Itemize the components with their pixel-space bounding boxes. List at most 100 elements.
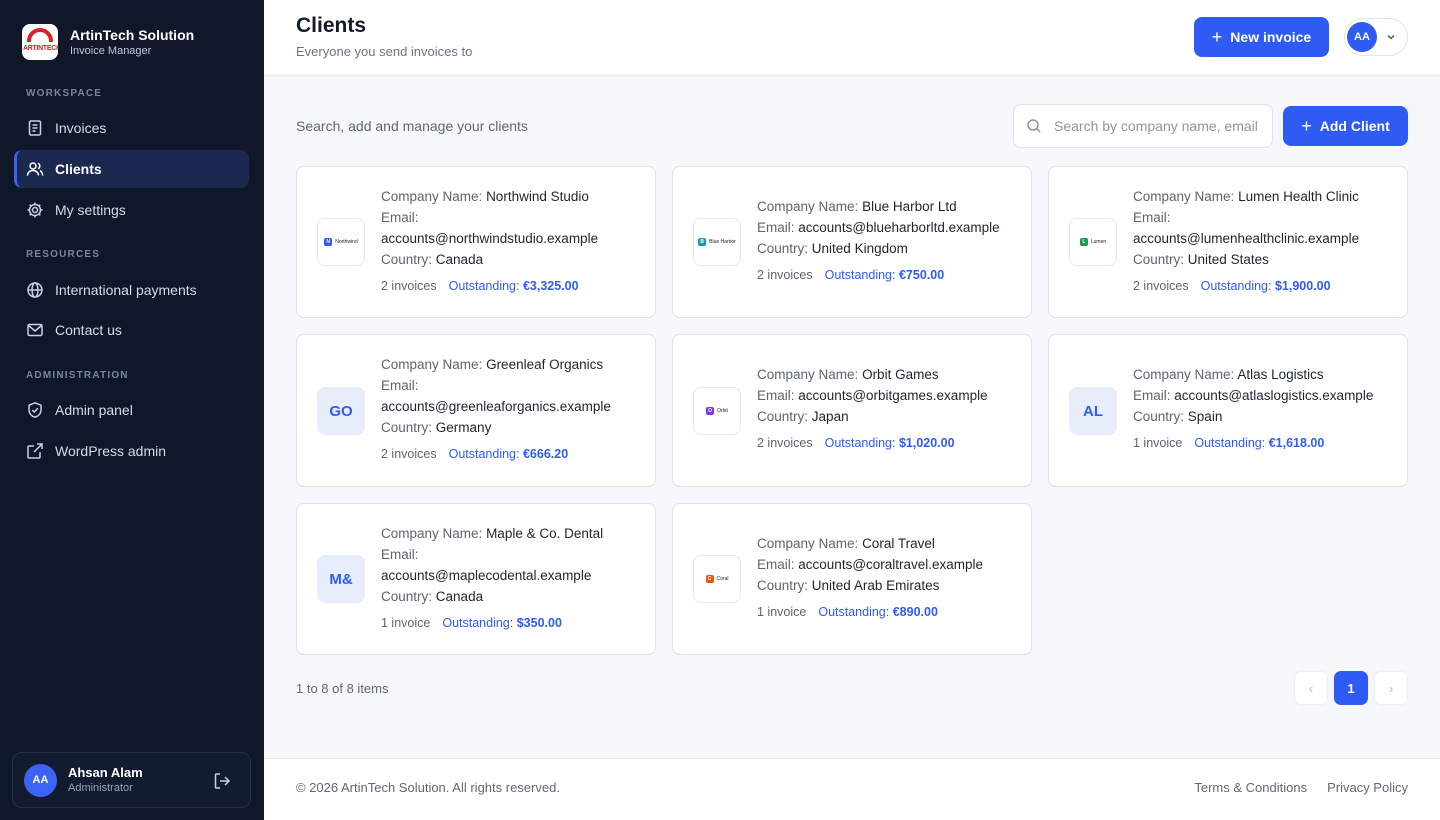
outstanding-amount: $350.00 [516, 616, 562, 630]
new-invoice-button[interactable]: + New invoice [1194, 17, 1329, 57]
client-card[interactable]: M& Company Name: Maple & Co. Dental Emai… [296, 503, 656, 655]
shield-icon [28, 401, 42, 418]
sidebar-item-settings[interactable]: My settings [14, 191, 249, 229]
client-country: Japan [811, 409, 849, 424]
page-subtitle: Everyone you send invoices to [296, 44, 473, 59]
page-button-1[interactable]: 1 [1334, 671, 1368, 705]
users-icon [26, 162, 44, 176]
globe-icon [27, 282, 43, 298]
invoice-count: 2 invoices [757, 268, 813, 282]
company-name: Coral Travel [862, 536, 935, 551]
client-card[interactable]: N Northwind Company Name: Northwind Studi… [296, 166, 656, 318]
search-input[interactable] [1054, 118, 1264, 134]
prev-page-button[interactable]: ‹ [1294, 671, 1328, 705]
sidebar-item-label: My settings [55, 202, 126, 218]
client-card[interactable]: C Coral Company Name: Coral Travel Email:… [672, 503, 1032, 655]
topbar: Clients Everyone you send invoices to + … [264, 0, 1440, 76]
client-email: accounts@greenleaforganics.example [381, 399, 611, 414]
client-country: Germany [435, 420, 492, 435]
company-name: Lumen Health Clinic [1238, 189, 1359, 204]
sidebar-item-label: WordPress admin [55, 443, 167, 459]
invoice-count: 2 invoices [1133, 279, 1189, 293]
copyright: © 2026 ArtinTech Solution. All rights re… [296, 780, 560, 795]
client-email: accounts@atlaslogistics.example [1174, 388, 1374, 403]
company-name: Maple & Co. Dental [486, 526, 604, 541]
search-box [1013, 104, 1273, 148]
plus-icon: + [1211, 27, 1223, 47]
avatar: AA [1347, 22, 1377, 52]
plus-icon: + [1301, 116, 1312, 136]
sidebar-item-wordpress-admin[interactable]: WordPress admin [14, 432, 249, 470]
company-logo: L Lumen [1069, 218, 1117, 266]
outstanding-amount: €3,325.00 [522, 279, 579, 293]
sidebar-item-admin-panel[interactable]: Admin panel [14, 391, 249, 429]
company-name: Greenleaf Organics [486, 357, 604, 372]
privacy-link[interactable]: Privacy Policy [1327, 780, 1408, 795]
footer: © 2026 ArtinTech Solution. All rights re… [264, 758, 1440, 820]
page-title: Clients [296, 14, 367, 37]
client-card[interactable]: AL Company Name: Atlas Logistics Email: … [1048, 334, 1408, 487]
brand-subtitle: Invoice Manager [70, 44, 152, 57]
sidebar-item-contact-us[interactable]: Contact us [14, 311, 249, 349]
invoice-count: 2 invoices [381, 447, 437, 461]
company-logo: C Coral [693, 555, 741, 603]
brand-logo: ARTINTECH [22, 24, 58, 60]
sidebar-item-invoices[interactable]: Invoices [14, 109, 249, 147]
profile-menu[interactable]: AA [1344, 18, 1408, 56]
client-card[interactable]: GO Company Name: Greenleaf Organics Emai… [296, 334, 656, 487]
user-card: AA Ahsan Alam Administrator [12, 752, 251, 808]
external-link-icon [27, 443, 43, 459]
client-country: Spain [1187, 409, 1223, 424]
page-description: Search, add and manage your clients [296, 118, 528, 134]
company-logo: N Northwind [317, 218, 365, 266]
client-country: Canada [435, 589, 484, 604]
client-card[interactable]: L Lumen Company Name: Lumen Health Clinic… [1048, 166, 1408, 318]
mail-icon [27, 323, 43, 337]
logout-icon[interactable] [212, 771, 232, 791]
outstanding-amount: €666.20 [522, 447, 569, 461]
invoice-count: 1 invoice [381, 616, 431, 630]
section-label-administration: ADMINISTRATION [26, 370, 129, 381]
sidebar-item-international-payments[interactable]: International payments [14, 271, 249, 309]
company-initials-avatar: M& [317, 555, 365, 603]
company-initials-avatar: GO [317, 387, 365, 435]
client-email: accounts@coraltravel.example [798, 557, 984, 572]
terms-link[interactable]: Terms & Conditions [1194, 780, 1307, 795]
outstanding-amount: €750.00 [898, 268, 945, 282]
pagination-summary: 1 to 8 of 8 items [296, 681, 389, 696]
invoice-count: 2 invoices [757, 436, 813, 450]
gear-icon [27, 202, 43, 218]
sidebar-item-clients[interactable]: Clients [14, 150, 249, 188]
user-role: Administrator [68, 782, 133, 794]
client-country: Canada [435, 252, 484, 267]
client-email: accounts@maplecodental.example [381, 568, 592, 583]
sidebar-item-label: Admin panel [55, 402, 133, 418]
client-email: accounts@blueharborltd.example [798, 220, 1000, 235]
next-page-button[interactable]: › [1374, 671, 1408, 705]
sidebar: ARTINTECH ArtinTech Solution Invoice Man… [0, 0, 264, 820]
client-card[interactable]: O Orbit Company Name: Orbit Games Email: … [672, 334, 1032, 487]
client-card[interactable]: B Blue Harbor Company Name: Blue Harbor L… [672, 166, 1032, 318]
invoice-icon [28, 120, 42, 136]
brand-name: ArtinTech Solution [70, 26, 195, 43]
client-email: accounts@lumenhealthclinic.example [1133, 231, 1360, 246]
search-icon [1027, 119, 1041, 133]
company-name: Northwind Studio [486, 189, 589, 204]
avatar[interactable]: AA [24, 763, 57, 797]
company-name: Orbit Games [862, 367, 939, 382]
client-country: United States [1187, 252, 1269, 267]
sidebar-item-label: Contact us [55, 322, 122, 338]
outstanding-amount: €890.00 [892, 605, 938, 619]
invoice-count: 1 invoice [1133, 436, 1183, 450]
client-country: United Kingdom [811, 241, 908, 256]
chevron-down-icon [1387, 34, 1395, 40]
outstanding-amount: €1,618.00 [1268, 436, 1325, 450]
brand[interactable]: ARTINTECH ArtinTech Solution Invoice Man… [22, 24, 194, 60]
user-name: Ahsan Alam [68, 765, 143, 780]
outstanding-amount: $1,020.00 [898, 436, 955, 450]
client-email: accounts@northwindstudio.example [381, 231, 599, 246]
client-email: accounts@orbitgames.example [798, 388, 988, 403]
sidebar-item-label: Invoices [55, 120, 107, 136]
outstanding-amount: $1,900.00 [1274, 279, 1331, 293]
add-client-button[interactable]: + Add Client [1283, 106, 1408, 146]
